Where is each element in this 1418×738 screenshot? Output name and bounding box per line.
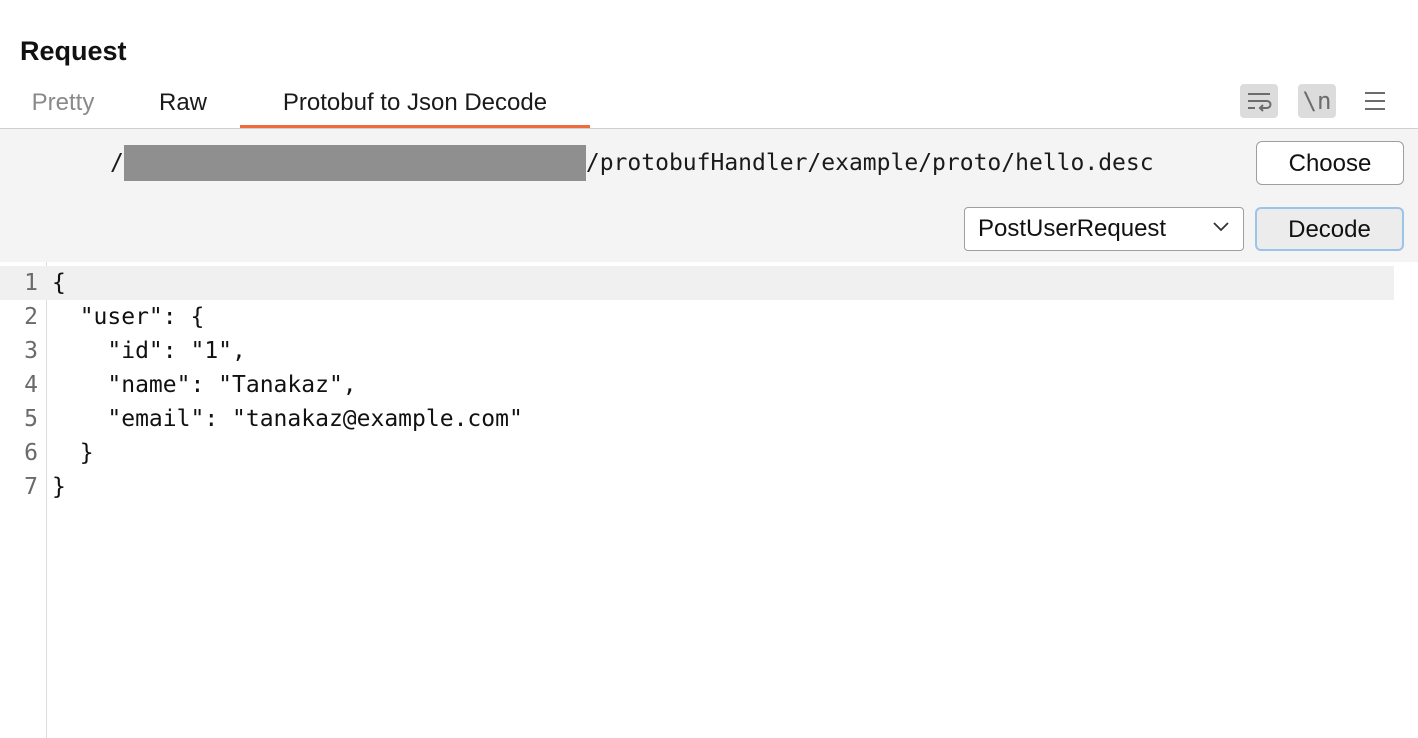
line-text: {: [52, 270, 66, 296]
chevron-down-icon: [1213, 222, 1229, 232]
line-text: "user": {: [52, 304, 205, 330]
line-number: 5: [24, 406, 38, 432]
json-editor[interactable]: 1 { 2 "user": { 3 "id": "1", 4 "name": "…: [0, 262, 1418, 738]
message-type-value: PostUserRequest: [978, 215, 1167, 242]
tab-bar: Pretty Raw Protobuf to Json Decode: [0, 80, 1418, 129]
path-prefix: /: [110, 150, 124, 176]
hamburger-menu-icon-glyph: [1365, 92, 1385, 110]
line-number: 2: [24, 304, 38, 330]
decode-button[interactable]: Decode: [1255, 207, 1404, 251]
line-text: "id": "1",: [52, 338, 246, 364]
code-line: 4 "name": "Tanakaz",: [0, 368, 1394, 402]
word-wrap-icon-glyph: [1248, 93, 1272, 112]
line-text: }: [52, 440, 94, 466]
line-text: }: [52, 474, 66, 500]
redacted-path-segment: [123, 145, 586, 181]
tab-raw[interactable]: Raw: [150, 80, 216, 128]
show-newlines-button[interactable]: \n: [1298, 84, 1336, 118]
line-number: 7: [24, 474, 38, 500]
line-number: 4: [24, 372, 38, 398]
line-text: "name": "Tanakaz",: [52, 372, 357, 398]
word-wrap-icon[interactable]: [1240, 84, 1278, 118]
message-type-select[interactable]: PostUserRequest: [964, 207, 1244, 251]
code-line: 2 "user": {: [0, 300, 1394, 334]
path-suffix: /protobufHandler/example/proto/hello.des…: [585, 150, 1154, 176]
code-line: 6 }: [0, 436, 1394, 470]
decoder-controls: / /protobufHandler/example/proto/hello.de…: [0, 129, 1418, 262]
line-number: 3: [24, 338, 38, 364]
code-line: 1 {: [0, 266, 1394, 300]
code-line: 7 }: [0, 470, 1394, 504]
tab-protobuf-to-json-decode[interactable]: Protobuf to Json Decode: [240, 80, 590, 128]
request-panel: Request Pretty Raw Protobuf to Json Deco…: [0, 0, 1418, 738]
choose-button[interactable]: Choose: [1256, 141, 1404, 185]
panel-title: Request: [20, 36, 127, 66]
code-line: 3 "id": "1",: [0, 334, 1394, 368]
line-text: "email": "tanakaz@example.com": [52, 406, 523, 432]
line-number: 1: [24, 270, 38, 296]
descriptor-path: / /protobufHandler/example/proto/hello.de…: [110, 145, 1154, 181]
code-line: 5 "email": "tanakaz@example.com": [0, 402, 1394, 436]
line-number: 6: [24, 440, 38, 466]
hamburger-menu-icon[interactable]: [1356, 84, 1394, 118]
tab-pretty[interactable]: Pretty: [20, 80, 106, 128]
